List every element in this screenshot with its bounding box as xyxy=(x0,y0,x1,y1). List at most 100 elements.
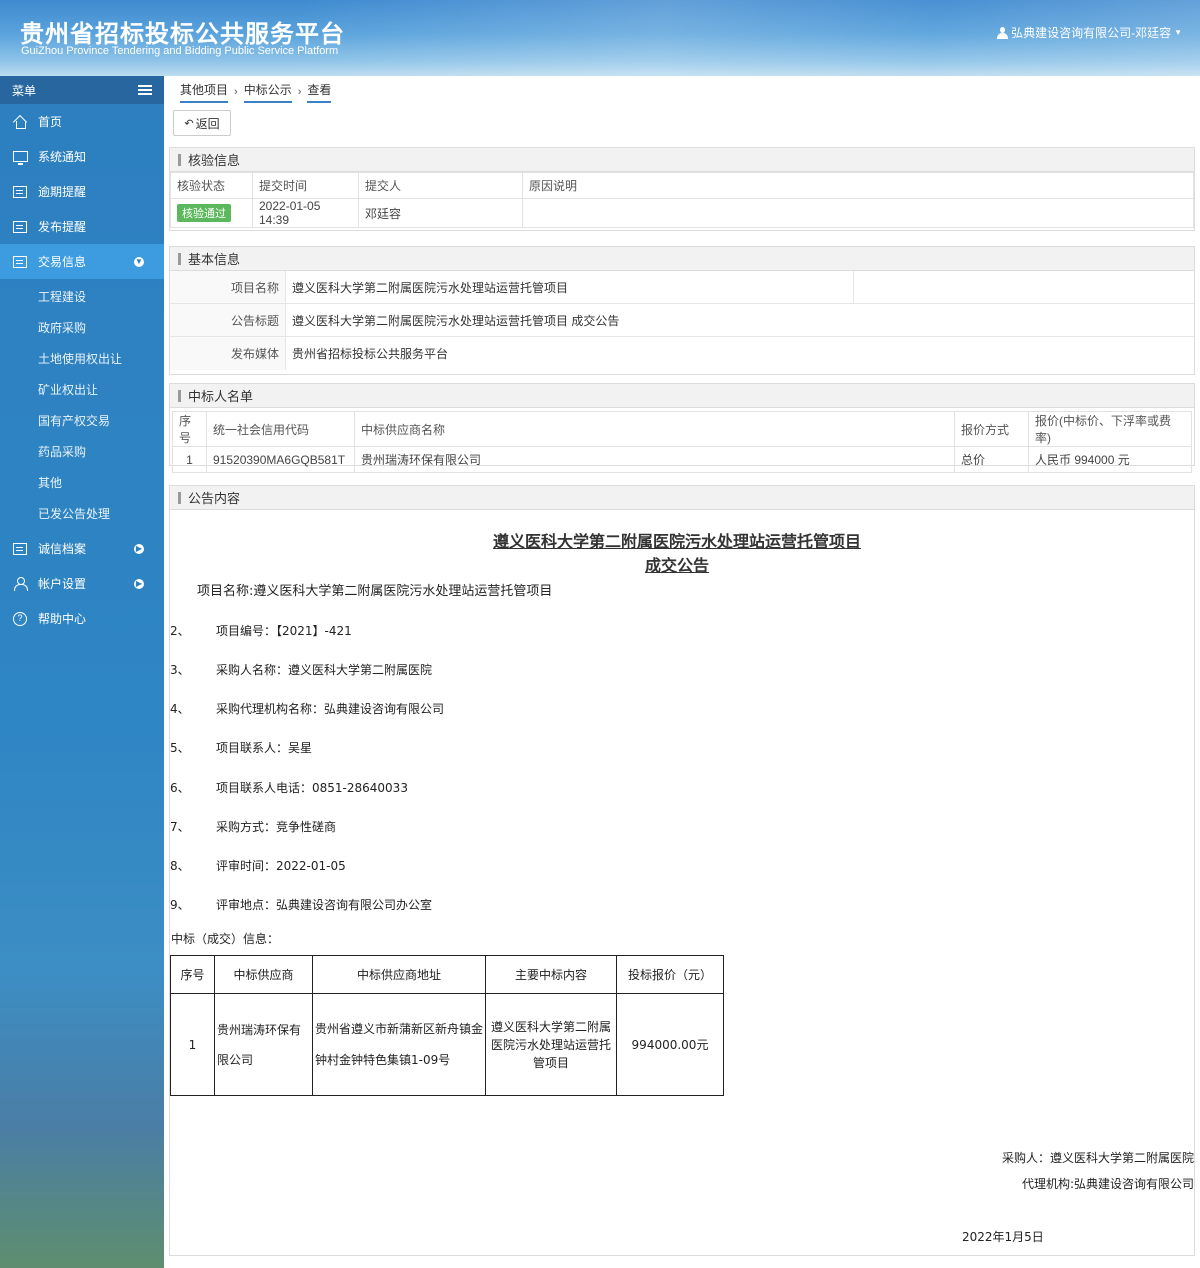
bid-price: 人民币 994000 元 xyxy=(1028,446,1192,473)
sidebar-item-trade-info[interactable]: 交易信息 ▼ xyxy=(0,244,164,279)
submitter: 邓廷容 xyxy=(358,198,523,228)
sidebar-item-help[interactable]: ? 帮助中心 xyxy=(0,601,164,636)
item-number: 6、 xyxy=(170,781,190,795)
panel-title: 核验信息 xyxy=(188,153,241,168)
column-header: 原因说明 xyxy=(522,172,1194,199)
user-menu[interactable]: 弘典建设咨询有限公司-邓廷容 ▼ xyxy=(997,24,1182,41)
home-icon xyxy=(13,115,27,129)
award-supplier: 贵州瑞涛环保有限公司 xyxy=(214,993,313,1096)
sidebar: 菜单 首页 系统通知 逾期提醒 发布提醒 交易信息 ▼ 工程建设 政府采购 土地使… xyxy=(0,76,164,1268)
row-number: 1 xyxy=(172,446,207,473)
sidebar-subitem-drug[interactable]: 药品采购 xyxy=(0,436,164,467)
reason xyxy=(522,198,1194,228)
item-text: 采购人名称：遵义医科大学第二附属医院 xyxy=(216,663,433,677)
winner-table: 序号 统一社会信用代码 中标供应商名称 报价方式 报价(中标价、下浮率或费率) … xyxy=(172,411,1192,473)
item-number: 9、 xyxy=(170,898,190,912)
notice-item: 6、 项目联系人电话：0851-28640033 xyxy=(170,779,408,796)
status-cell: 核验通过 xyxy=(170,198,253,228)
column-header: 投标报价（元） xyxy=(616,955,724,994)
info-row: 发布媒体 贵州省招标投标公共服务平台 xyxy=(170,337,1194,370)
table-header-row: 序号 统一社会信用代码 中标供应商名称 报价方式 报价(中标价、下浮率或费率) xyxy=(172,411,1192,447)
list-icon xyxy=(13,255,27,268)
user-icon xyxy=(997,26,1009,39)
item-text: 采购方式：竞争性磋商 xyxy=(216,820,337,834)
sidebar-subitem-published[interactable]: 已发公告处理 xyxy=(0,498,164,529)
sidebar-item-credit[interactable]: 诚信档案 ▶ xyxy=(0,531,164,566)
item-number: 3、 xyxy=(170,663,190,677)
row-number: 1 xyxy=(170,993,215,1096)
item-number: 4、 xyxy=(170,702,190,716)
column-header: 序号 xyxy=(172,411,207,447)
item-text: 项目联系人电话：0851-28640033 xyxy=(216,781,408,795)
column-header: 中标供应商地址 xyxy=(312,955,486,994)
info-key: 公告标题 xyxy=(170,304,286,336)
person-icon xyxy=(14,577,28,591)
sidebar-subitem-other[interactable]: 其他 xyxy=(0,467,164,498)
winner-list-panel: 中标人名单 序号 统一社会信用代码 中标供应商名称 报价方式 报价(中标价、下浮… xyxy=(169,383,1195,473)
sidebar-subitem-mining[interactable]: 矿业权出让 xyxy=(0,374,164,405)
award-table: 序号 中标供应商 中标供应商地址 主要中标内容 投标报价（元） 1 贵州瑞涛环保… xyxy=(170,955,724,1096)
sidebar-item-label: 帮助中心 xyxy=(38,612,87,626)
table-header-row: 序号 中标供应商 中标供应商地址 主要中标内容 投标报价（元） xyxy=(170,955,724,994)
notice-item: 7、 采购方式：竞争性磋商 xyxy=(170,818,336,835)
sidebar-subitem-engineering[interactable]: 工程建设 xyxy=(0,281,164,312)
info-key: 发布媒体 xyxy=(170,337,286,370)
notice-line-project-name: 项目名称:遵义医科大学第二附属医院污水处理站运营托管项目 xyxy=(197,584,553,599)
item-number: 7、 xyxy=(170,820,190,834)
top-header: 贵州省招标投标公共服务平台 GuiZhou Province Tendering… xyxy=(0,0,1200,76)
notice-heading: 遵义医科大学第二附属医院污水处理站运营托管项目 xyxy=(492,532,861,551)
column-header: 序号 xyxy=(170,955,215,994)
item-number: 8、 xyxy=(170,859,190,873)
item-text: 评审时间：2022-01-05 xyxy=(216,859,346,873)
supplier-name: 贵州瑞涛环保有限公司 xyxy=(354,446,955,473)
back-button[interactable]: ↶ 返回 xyxy=(173,110,231,136)
info-value: 遵义医科大学第二附属医院污水处理站运营托管项目 xyxy=(286,271,854,303)
sidebar-item-overdue[interactable]: 逾期提醒 xyxy=(0,174,164,209)
sidebar-subitem-land[interactable]: 土地使用权出让 xyxy=(0,343,164,374)
back-icon: ↶ xyxy=(184,117,194,130)
sidebar-item-label: 发布提醒 xyxy=(38,220,87,234)
sidebar-item-label: 帐户设置 xyxy=(38,577,87,591)
item-number: 2、 xyxy=(170,624,190,638)
panel-title: 公告内容 xyxy=(188,492,241,507)
item-text: 评审地点：弘典建设咨询有限公司办公室 xyxy=(216,898,433,912)
sidebar-item-publish-reminder[interactable]: 发布提醒 xyxy=(0,209,164,244)
list-icon xyxy=(13,220,27,233)
notice-item: 8、 评审时间：2022-01-05 xyxy=(170,857,346,874)
user-name: 弘典建设咨询有限公司-邓廷容 xyxy=(1011,26,1172,40)
help-icon: ? xyxy=(13,611,27,626)
breadcrumb-view[interactable]: 查看 xyxy=(307,81,332,103)
sidebar-item-account[interactable]: 帐户设置 ▶ xyxy=(0,566,164,601)
sidebar-item-label: 交易信息 xyxy=(38,255,87,269)
notice-item: 2、 项目编号：【2021】-421 xyxy=(170,622,352,639)
chevron-right-icon: › xyxy=(297,86,302,98)
main-content: 其他项目 › 中标公示 › 查看 ↶ 返回 核验信息 核验状态 提交时间 提交人 … xyxy=(164,76,1200,1268)
notice-panel: 公告内容 遵义医科大学第二附属医院污水处理站运营托管项目 成交公告 项目名称:遵… xyxy=(169,485,1195,1256)
chevron-down-icon: ▼ xyxy=(134,256,144,267)
info-row: 项目名称 遵义医科大学第二附属医院污水处理站运营托管项目 xyxy=(170,271,1194,304)
notice-item: 5、 项目联系人：吴星 xyxy=(170,739,312,756)
info-value: 贵州省招标投标公共服务平台 xyxy=(292,347,449,361)
panel-header: 基本信息 xyxy=(170,247,1194,271)
verify-table: 核验状态 提交时间 提交人 原因说明 核验通过 2022-01-05 14:39… xyxy=(170,172,1194,228)
caret-down-icon: ▼ xyxy=(1174,28,1182,37)
chevron-right-icon: ▶ xyxy=(134,543,144,554)
sidebar-item-home[interactable]: 首页 xyxy=(0,104,164,139)
panel-header: 公告内容 xyxy=(170,486,1194,510)
panel-title: 基本信息 xyxy=(188,252,241,267)
sidebar-submenu: 工程建设 政府采购 土地使用权出让 矿业权出让 国有产权交易 药品采购 其他 已… xyxy=(0,279,164,531)
breadcrumb-award-notice[interactable]: 中标公示 xyxy=(243,81,292,103)
item-text: 项目编号：【2021】-421 xyxy=(216,624,352,638)
breadcrumb-other-projects[interactable]: 其他项目 xyxy=(180,81,229,103)
sidebar-subitem-state-property[interactable]: 国有产权交易 xyxy=(0,405,164,436)
column-header: 提交时间 xyxy=(252,172,359,199)
info-key: 项目名称 xyxy=(170,271,286,303)
sidebar-subitem-gov-procurement[interactable]: 政府采购 xyxy=(0,312,164,343)
item-text: 采购代理机构名称：弘典建设咨询有限公司 xyxy=(216,702,445,716)
basic-info-panel: 基本信息 项目名称 遵义医科大学第二附属医院污水处理站运营托管项目 公告标题 遵义医… xyxy=(169,246,1195,375)
info-row: 公告标题 遵义医科大学第二附属医院污水处理站运营托管项目 成交公告 xyxy=(170,304,1194,337)
sidebar-item-notifications[interactable]: 系统通知 xyxy=(0,139,164,174)
hamburger-icon[interactable] xyxy=(138,85,152,95)
column-header: 提交人 xyxy=(358,172,523,199)
panel-header: 核验信息 xyxy=(170,148,1194,172)
